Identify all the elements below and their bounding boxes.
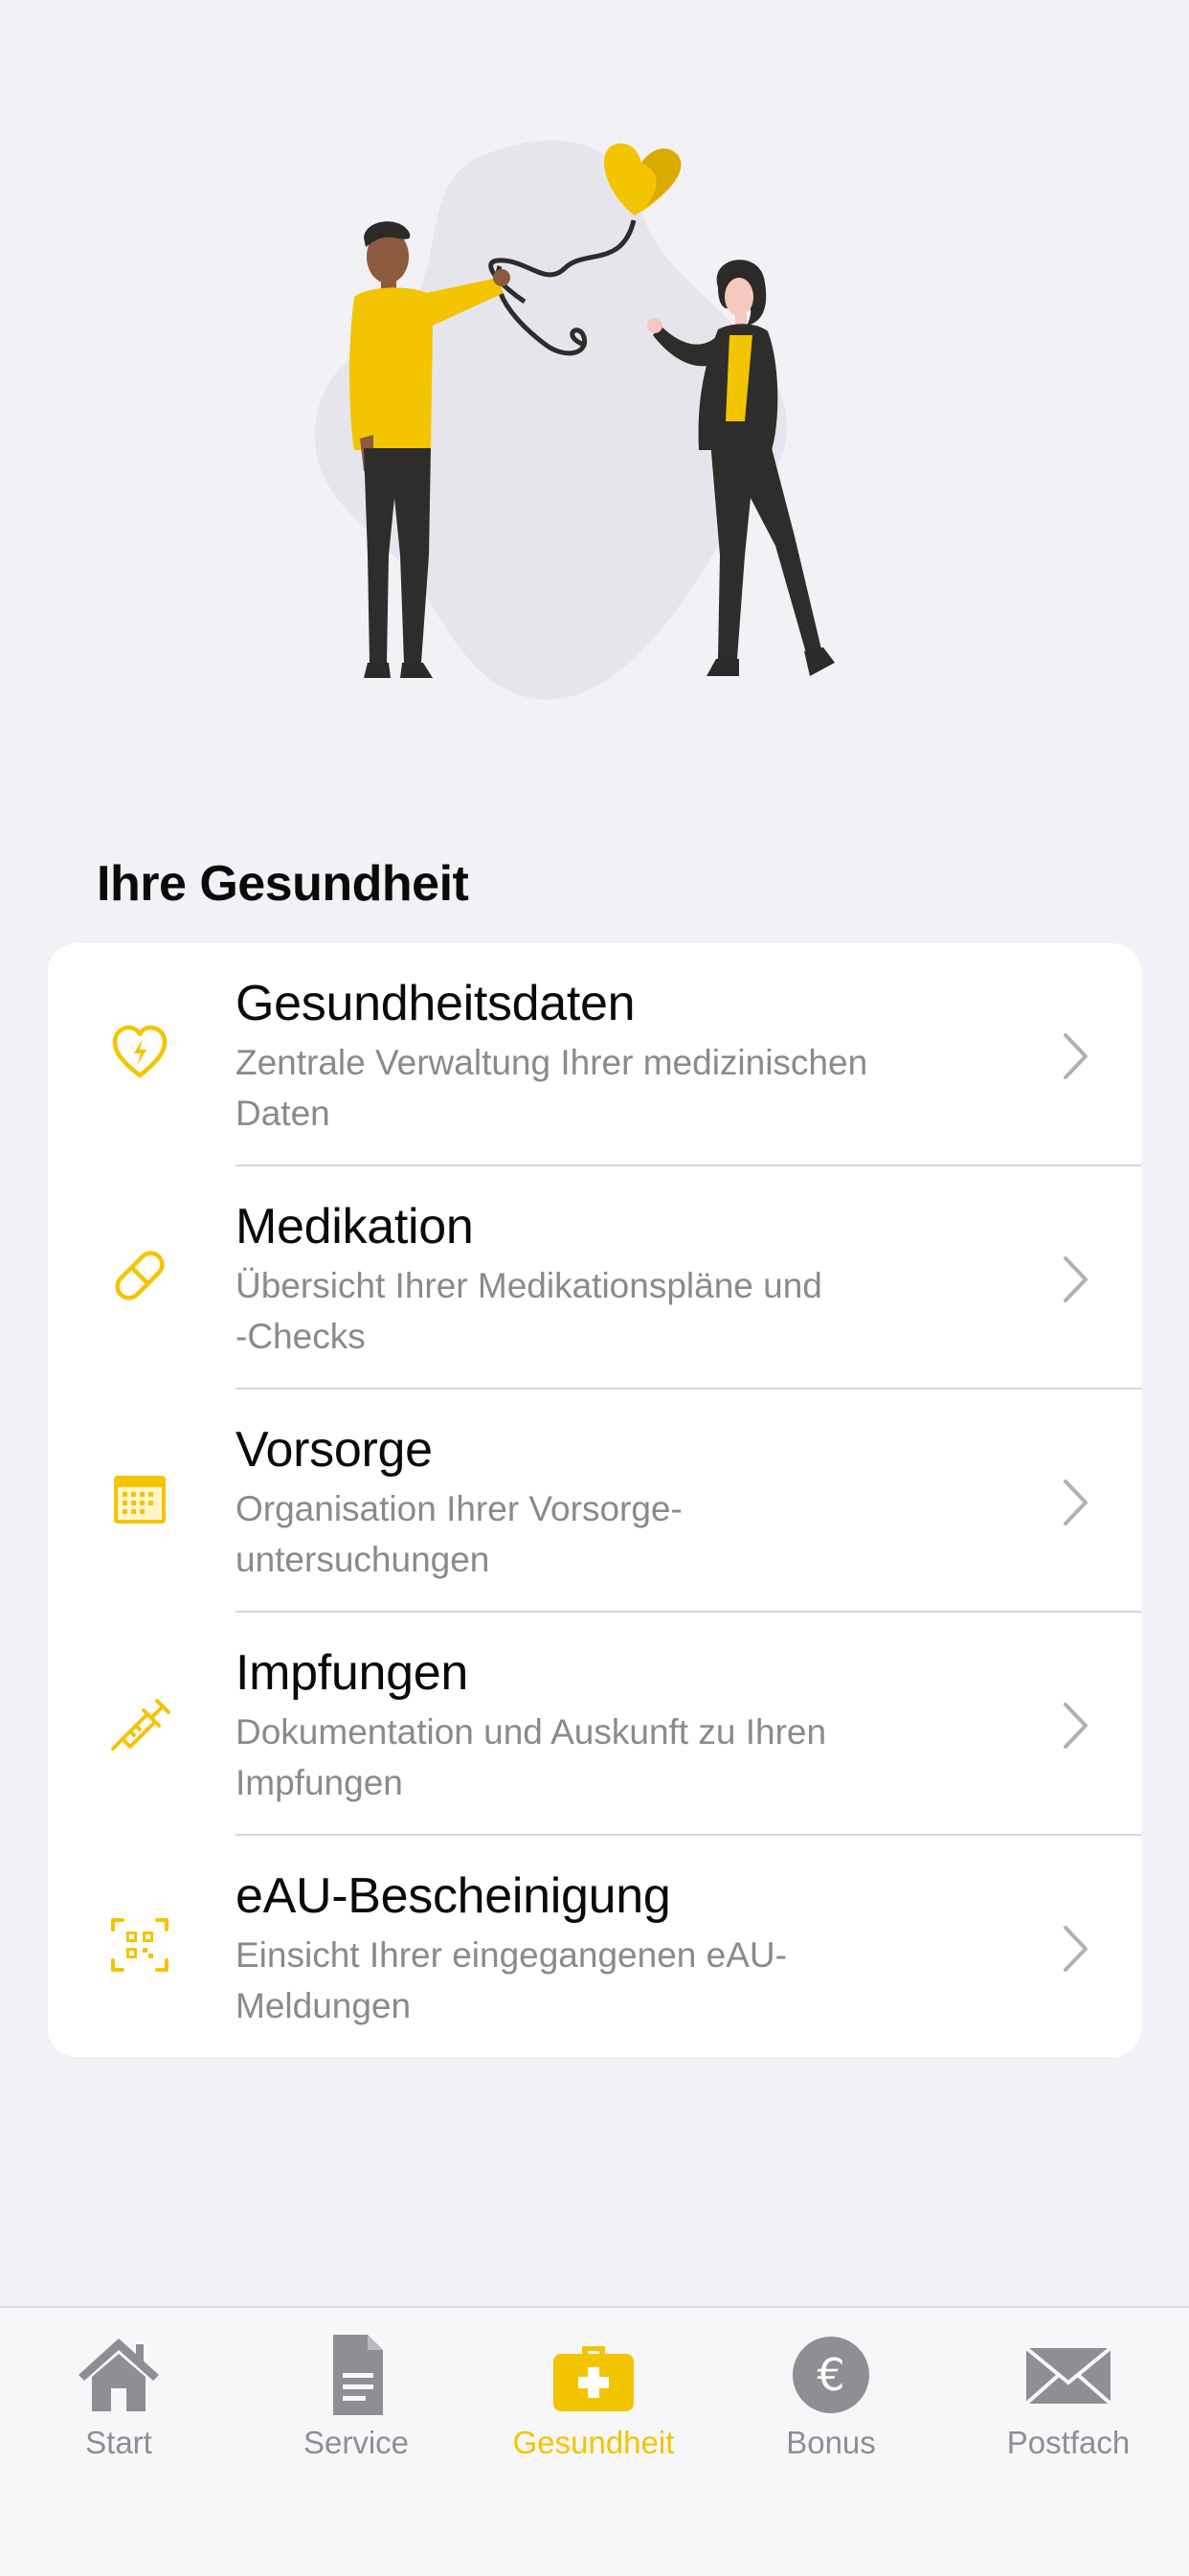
menu-item-title: Impfungen [236,1645,469,1701]
tab-label: Bonus [786,2425,876,2460]
chevron-right-icon [1064,1033,1088,1079]
pill-icon [115,1251,165,1300]
tab-label: Start [85,2425,152,2460]
hero-illustration [0,0,1189,766]
tab-postfach[interactable]: Postfach [950,2308,1187,2499]
menu-item-subtitle: Organisation Ihrer Vorsorge- untersuchun… [236,1489,683,1579]
medical-case-icon [553,2346,634,2411]
envelope-icon [1024,2346,1112,2406]
qr-scan-icon [111,1918,168,1972]
menu-item-title: eAU-Bescheinigung [236,1868,671,1924]
euro-coin-icon: € [793,2337,869,2413]
house-icon [79,2339,159,2411]
menu-item-eau-bescheinigung[interactable]: eAU-Bescheinigung Einsicht Ihrer eingega… [48,1836,1141,2057]
calendar-icon [114,1476,166,1524]
menu-item-subtitle: Übersicht Ihrer Medikationspläne und -Ch… [236,1266,822,1356]
chevron-right-icon [1064,1703,1088,1749]
menu-item-subtitle: Zentrale Verwaltung Ihrer medizinischen … [236,1043,868,1133]
tab-label: Gesundheit [512,2425,675,2460]
syringe-icon [111,1699,170,1751]
menu-item-impfungen[interactable]: Impfungen Dokumentation und Auskunft zu … [48,1613,1141,1836]
menu-item-title: Gesundheitsdaten [236,976,636,1031]
menu-item-title: Vorsorge [236,1422,433,1478]
menu-item-vorsorge[interactable]: Vorsorge Organisation Ihrer Vorsorge- un… [48,1390,1141,1613]
tab-label: Postfach [1006,2425,1131,2460]
tab-service[interactable]: Service [237,2308,475,2499]
menu-item-gesundheitsdaten[interactable]: Gesundheitsdaten Zentrale Verwaltung Ihr… [48,943,1141,1166]
menu-item-subtitle: Dokumentation und Auskunft zu Ihren Impf… [236,1712,827,1802]
section-title: Ihre Gesundheit [97,856,469,912]
tab-start[interactable]: Start [0,2308,237,2499]
tab-label: Service [303,2425,410,2460]
health-menu-card: Gesundheitsdaten Zentrale Verwaltung Ihr… [48,943,1141,2057]
menu-item-title: Medikation [236,1199,474,1254]
menu-item-medikation[interactable]: Medikation Übersicht Ihrer Medikationspl… [48,1166,1141,1390]
tab-gesundheit[interactable]: Gesundheit [475,2308,712,2499]
chevron-right-icon [1064,1256,1088,1302]
tab-bonus[interactable]: € Bonus [712,2308,950,2499]
couple-balloon-illustration [315,140,835,700]
svg-text:€: € [817,2349,844,2401]
chevron-right-icon [1064,1926,1088,1972]
document-icon [333,2335,383,2415]
tab-bar: Start Service Gesundheit € Bonus Postfac… [0,2306,1189,2576]
chevron-right-icon [1064,1480,1088,1525]
heart-pulse-icon [112,1025,168,1078]
menu-item-subtitle: Einsicht Ihrer eingegangenen eAU- Meldun… [236,1935,787,2025]
